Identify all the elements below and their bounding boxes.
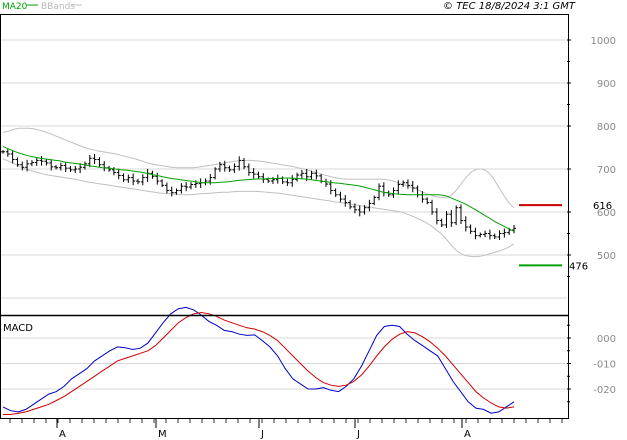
price-bar	[126, 174, 131, 183]
price-bar	[39, 156, 44, 166]
macd-series-macd	[2, 306, 515, 414]
grid-lines	[1, 39, 567, 390]
price-bar	[386, 190, 391, 197]
price-bar	[434, 208, 439, 225]
price-bar	[357, 205, 362, 217]
timestamp: © TEC 18/8/2024 3:1 GMT	[443, 1, 576, 12]
month-label: J	[356, 429, 360, 440]
legend-ma20: MA20	[2, 2, 28, 12]
price-bar	[203, 178, 208, 186]
legend-bbands: BBands	[41, 2, 75, 12]
axis-labels: 1000 900 800 700 600 500 000 -010 -020 A M J J A	[59, 36, 616, 440]
price-bar	[5, 148, 10, 157]
price-bar	[285, 178, 290, 186]
macd-title: MACD	[3, 323, 33, 334]
price-tick-label: 1000	[591, 36, 616, 47]
price-bar	[425, 197, 430, 205]
level-label-support: 476	[569, 261, 588, 272]
macd-tick-label: 000	[597, 334, 616, 345]
price-bar	[10, 150, 15, 164]
price-bar	[468, 224, 473, 234]
price-bar	[449, 210, 454, 227]
price-bar	[343, 194, 348, 207]
bollinger-bands	[2, 127, 515, 258]
macd-lines	[2, 306, 515, 415]
price-bar	[319, 174, 324, 184]
price-bar	[299, 169, 304, 179]
price-tick-label: 500	[597, 251, 616, 262]
price-bar	[295, 172, 300, 182]
price-bar	[63, 161, 68, 173]
price-bar	[242, 158, 247, 170]
price-bar	[73, 165, 78, 173]
price-bar	[97, 156, 102, 168]
price-bar	[184, 182, 189, 192]
price-bar	[415, 185, 420, 198]
price-bar	[478, 232, 483, 238]
price-bar	[261, 173, 266, 183]
axes	[0, 14, 571, 428]
price-bar	[512, 224, 516, 234]
price-bar	[314, 169, 319, 180]
price-bar	[483, 230, 488, 238]
price-bar	[458, 204, 463, 224]
price-bar	[405, 179, 410, 189]
price-bar	[333, 188, 338, 197]
month-label: A	[464, 429, 471, 440]
price-bar	[290, 175, 295, 187]
price-bar	[487, 229, 492, 240]
plot-frame	[0, 14, 569, 419]
macd-tick-label: -020	[593, 385, 616, 396]
price-bar	[492, 233, 497, 240]
price-tick-label: 800	[597, 122, 616, 133]
price-bar	[270, 176, 275, 184]
price-tick-label: 900	[597, 79, 616, 90]
month-label: J	[260, 429, 264, 440]
price-bar	[189, 182, 194, 190]
price-bar	[155, 172, 160, 185]
price-bar	[497, 230, 502, 241]
price-bar	[502, 228, 507, 238]
price-bar	[92, 153, 97, 164]
price-bar	[463, 216, 468, 232]
price-bar	[275, 174, 280, 184]
price-bar	[454, 205, 459, 226]
price-bar	[160, 179, 165, 188]
price-bar	[34, 157, 39, 166]
price-tick-label: 600	[597, 208, 616, 219]
price-bar	[135, 178, 140, 185]
price-bar	[473, 227, 478, 240]
price-bar	[232, 163, 237, 173]
macd-tick-label: -010	[593, 360, 616, 371]
price-bar	[381, 182, 386, 197]
price-bar	[1, 149, 5, 154]
price-bar	[237, 156, 242, 171]
price-bar	[444, 211, 449, 228]
price-bar	[246, 163, 251, 176]
price-bar	[430, 199, 435, 215]
price-bar	[140, 174, 145, 186]
price-bar	[29, 160, 34, 167]
price-bar	[439, 218, 444, 227]
price-bar	[251, 168, 256, 179]
price-bar	[256, 171, 261, 180]
price-bar	[391, 187, 396, 198]
price-bar	[131, 173, 136, 186]
month-label: M	[158, 429, 167, 440]
price-bar	[338, 191, 343, 203]
price-bar	[121, 173, 126, 182]
price-bar	[164, 182, 169, 194]
stock-chart: 616476 1000900800700600500000-010-020A M J…	[0, 1, 616, 440]
price-bar	[15, 157, 20, 167]
price-tick-label: 700	[597, 165, 616, 176]
price-bar	[145, 168, 150, 182]
price-bar	[410, 180, 415, 193]
price-bar	[102, 161, 107, 172]
price-bar	[323, 178, 328, 187]
month-label: A	[59, 429, 66, 440]
price-bar	[169, 186, 174, 197]
price-bar	[367, 199, 372, 212]
price-bar	[179, 183, 184, 194]
price-bar	[372, 195, 377, 206]
